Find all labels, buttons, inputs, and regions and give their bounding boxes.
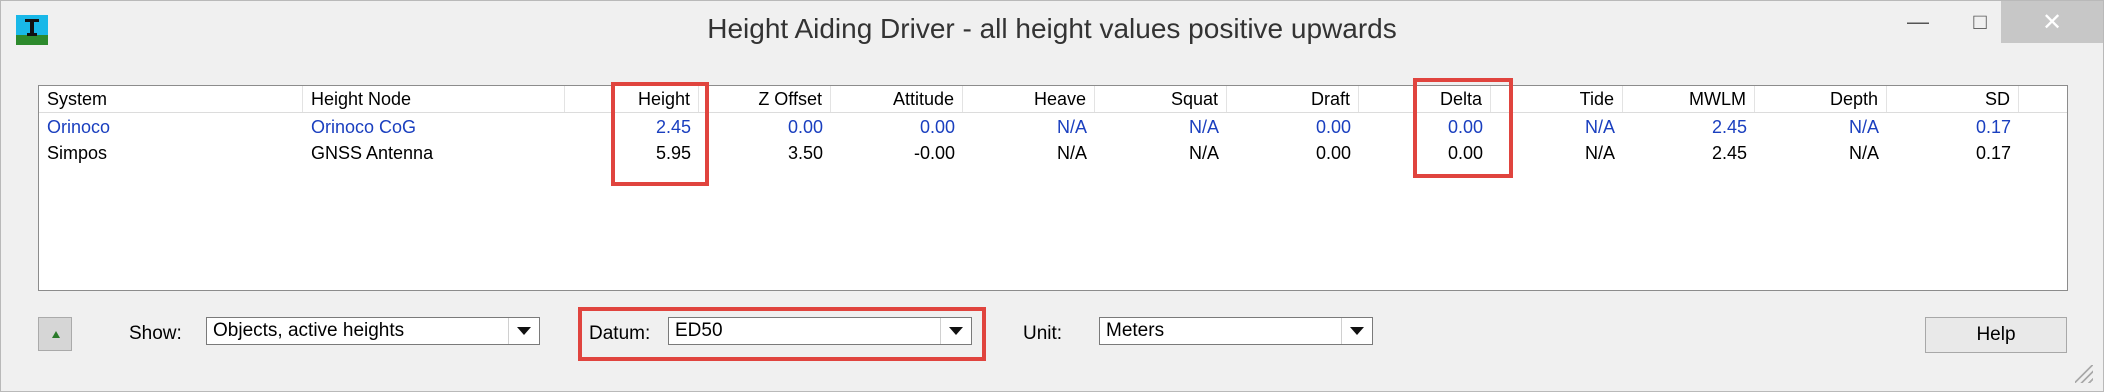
cell-mwlm: 2.45 <box>1711 117 1747 137</box>
height-table[interactable]: System Height Node Height Z Offset Attit… <box>38 78 2068 291</box>
datum-dropdown[interactable]: ED50 <box>668 317 972 345</box>
cell-draft: 0.00 <box>1315 117 1351 137</box>
unit-dropdown-value: Meters <box>1106 320 1165 341</box>
column-header-heave[interactable]: Heave <box>963 86 1095 112</box>
maximize-icon: □ <box>1973 9 1987 34</box>
column-header-height-node[interactable]: Height Node <box>303 86 565 112</box>
show-dropdown-value: Objects, active heights <box>213 320 405 341</box>
cell-system: Simpos <box>47 143 108 163</box>
chevron-down-icon[interactable] <box>940 318 971 344</box>
table-row[interactable]: Simpos GNSS Antenna 5.95 3.50 -0.00 N/A … <box>39 140 2067 166</box>
cell-attitude: -0.00 <box>913 143 955 163</box>
cell-system: Orinoco <box>47 117 111 137</box>
column-header-attitude[interactable]: Attitude <box>831 86 963 112</box>
column-header-squat[interactable]: Squat <box>1095 86 1227 112</box>
column-header-sd[interactable]: SD <box>1887 86 2019 112</box>
cell-height-node: Orinoco CoG <box>311 117 417 137</box>
column-header-draft[interactable]: Draft <box>1227 86 1359 112</box>
close-icon: ✕ <box>2041 8 2063 36</box>
column-header-z-offset[interactable]: Z Offset <box>699 86 831 112</box>
cell-heave: N/A <box>1056 117 1087 137</box>
cell-sd: 0.17 <box>1975 143 2011 163</box>
cell-squat: N/A <box>1188 117 1219 137</box>
resize-grip-icon[interactable] <box>2075 365 2093 383</box>
datum-label: Datum: <box>589 323 651 344</box>
datum-dropdown-value: ED50 <box>675 320 723 341</box>
help-button[interactable]: Help <box>1925 317 2067 353</box>
window-title: Height Aiding Driver - all height values… <box>707 13 1397 44</box>
cell-draft: 0.00 <box>1315 143 1351 163</box>
unit-dropdown[interactable]: Meters <box>1099 317 1373 345</box>
cell-depth: N/A <box>1848 117 1879 137</box>
column-header-depth[interactable]: Depth <box>1755 86 1887 112</box>
cell-attitude: 0.00 <box>919 117 955 137</box>
cell-depth: N/A <box>1848 143 1879 163</box>
close-button[interactable]: ✕ <box>2001 1 2103 43</box>
minimize-button[interactable]: — <box>1887 1 1949 43</box>
title-bar[interactable]: Height Aiding Driver - all height values… <box>1 1 2103 59</box>
table-header: System Height Node Height Z Offset Attit… <box>39 86 2067 113</box>
table-row[interactable]: Orinoco Orinoco CoG 2.45 0.00 0.00 N/A N… <box>39 114 2067 140</box>
cell-z-offset: 0.00 <box>787 117 823 137</box>
column-header-mwlm[interactable]: MWLM <box>1623 86 1755 112</box>
chevron-down-icon[interactable] <box>1341 318 1372 344</box>
height-column-highlight <box>611 82 709 186</box>
cell-z-offset: 3.50 <box>787 143 823 163</box>
cell-heave: N/A <box>1056 143 1087 163</box>
height-aiding-window: Height Aiding Driver - all height values… <box>0 0 2104 392</box>
minimize-icon: — <box>1907 9 1929 34</box>
column-header-system[interactable]: System <box>39 86 303 112</box>
cell-height-node: GNSS Antenna <box>311 143 434 163</box>
unit-label: Unit: <box>1023 323 1063 344</box>
cell-sd: 0.17 <box>1975 117 2011 137</box>
show-label: Show: <box>129 323 182 344</box>
delta-column-highlight <box>1413 78 1513 178</box>
cell-mwlm: 2.45 <box>1711 143 1747 163</box>
chevron-down-icon[interactable] <box>508 318 539 344</box>
status-indicator-button[interactable] <box>38 317 72 351</box>
indicator-triangle-icon <box>52 331 60 338</box>
show-dropdown[interactable]: Objects, active heights <box>206 317 540 345</box>
cell-squat: N/A <box>1188 143 1219 163</box>
